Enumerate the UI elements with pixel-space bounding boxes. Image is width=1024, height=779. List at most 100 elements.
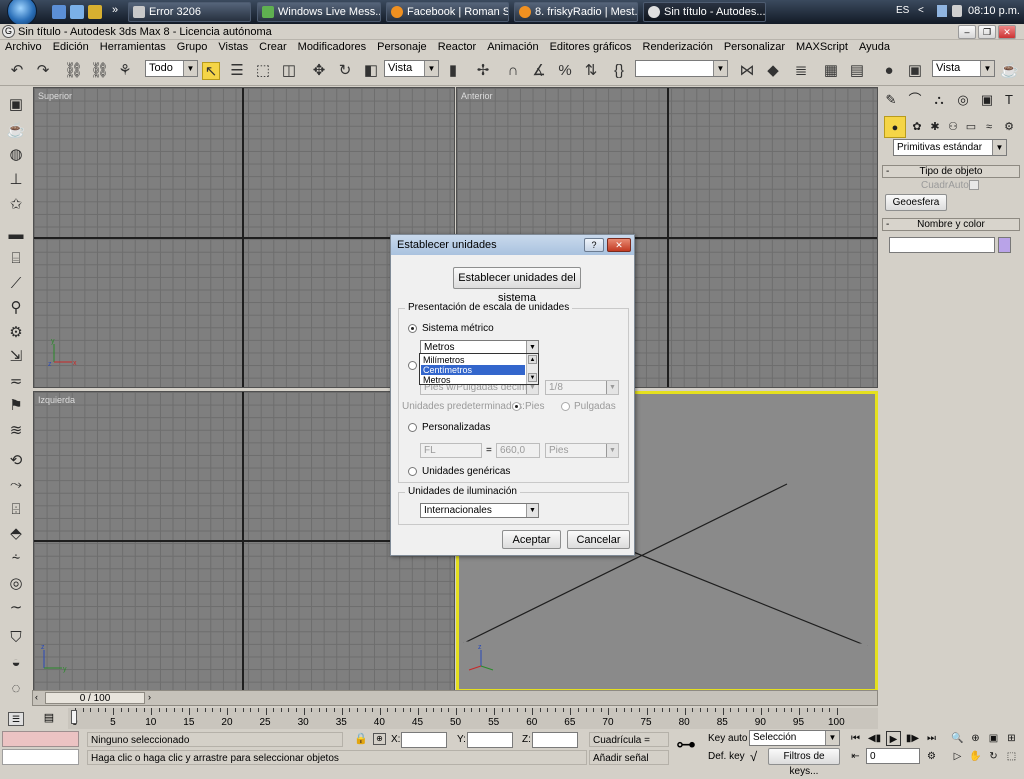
- key-tangent-icon[interactable]: √: [750, 749, 757, 764]
- pivot-point-icon[interactable]: ▮: [444, 62, 462, 80]
- modifier-twist-icon[interactable]: ⟲: [5, 451, 27, 471]
- select-by-name-icon[interactable]: ☰: [228, 62, 246, 80]
- menu-reactor[interactable]: Reactor: [433, 41, 483, 53]
- select-and-move-icon[interactable]: ✥: [310, 62, 328, 80]
- unlink-selection-icon[interactable]: ⛓: [90, 62, 109, 80]
- list-item-selected[interactable]: Centímetros: [421, 365, 525, 375]
- time-configuration-icon[interactable]: ⚙: [924, 749, 939, 764]
- bind-to-space-warp-icon[interactable]: ⚘: [116, 62, 134, 80]
- angle-snap-icon[interactable]: ∡: [530, 62, 548, 80]
- maxscript-input-mini[interactable]: [2, 749, 79, 765]
- select-and-manipulate-icon[interactable]: ✢: [474, 62, 492, 80]
- pan-icon[interactable]: ✋: [968, 749, 983, 764]
- quick-render-icon[interactable]: ☕: [1000, 62, 1019, 80]
- spacewarps-icon[interactable]: ≈: [978, 116, 1000, 138]
- menu-archivo[interactable]: Archivo: [0, 41, 48, 53]
- create-teapot-icon[interactable]: ☕: [5, 121, 27, 141]
- create-cylinder-icon[interactable]: ⌸: [5, 249, 27, 269]
- system-units-button[interactable]: Establecer unidades del sistema: [453, 267, 581, 304]
- display-tab-icon[interactable]: ▣: [976, 89, 998, 111]
- motion-tab-icon[interactable]: ◎: [952, 89, 974, 111]
- ok-button[interactable]: Aceptar: [502, 530, 561, 549]
- play-icon[interactable]: ▶: [886, 731, 901, 746]
- create-gear-icon[interactable]: ⚙: [5, 323, 27, 343]
- list-scrollbar[interactable]: ▲ ▼: [526, 354, 538, 384]
- percent-snap-icon[interactable]: %: [556, 62, 574, 80]
- track-bar-toggle-icon[interactable]: ▤: [40, 711, 58, 725]
- absolute-mode-icon[interactable]: ⊕: [373, 733, 386, 745]
- autogrid-checkbox[interactable]: [969, 180, 979, 190]
- minimize-button[interactable]: –: [958, 25, 976, 39]
- track-bar[interactable]: 0510152025303540455055606570758085909510…: [68, 708, 878, 729]
- modifier-noise-icon[interactable]: ⸞: [5, 549, 27, 569]
- align-icon[interactable]: ◆: [764, 62, 782, 80]
- rollout-name-color[interactable]: - Nombre y color: [882, 218, 1020, 231]
- select-and-rotate-icon[interactable]: ↻: [336, 62, 354, 80]
- menu-crear[interactable]: Crear: [254, 41, 293, 53]
- undo-icon[interactable]: ↶: [8, 62, 26, 80]
- menu-maxscript[interactable]: MAXScript: [791, 41, 854, 53]
- show-desktop-icon[interactable]: [52, 5, 66, 19]
- maximize-viewport-icon[interactable]: ⬚: [1004, 749, 1019, 764]
- create-star-icon[interactable]: ✩: [5, 195, 27, 215]
- network-icon[interactable]: [937, 5, 947, 17]
- geometry-icon[interactable]: ●: [884, 116, 906, 138]
- modifier-taper-icon[interactable]: ⬘: [5, 524, 27, 544]
- go-to-end-icon[interactable]: ⏭: [924, 731, 939, 746]
- menu-ayuda[interactable]: Ayuda: [854, 41, 896, 53]
- object-color-swatch[interactable]: [998, 237, 1011, 253]
- current-frame-field[interactable]: 0: [866, 748, 920, 764]
- utilities-tab-icon[interactable]: T: [998, 89, 1020, 111]
- menu-grupo[interactable]: Grupo: [172, 41, 214, 53]
- current-frame-marker[interactable]: [71, 710, 77, 724]
- cancel-button[interactable]: Cancelar: [567, 530, 630, 549]
- z-coordinate-field[interactable]: [532, 732, 578, 748]
- spinner-snap-icon[interactable]: ⇅: [582, 62, 600, 80]
- scroll-up-icon[interactable]: ▲: [528, 355, 537, 364]
- generic-units-radio[interactable]: [408, 467, 417, 476]
- menu-editores-graficos[interactable]: Editores gráficos: [545, 41, 638, 53]
- key-filters-button[interactable]: Filtros de keys...: [768, 748, 840, 777]
- create-sphere-icon[interactable]: ◍: [5, 145, 27, 165]
- menu-personalizar[interactable]: Personalizar: [719, 41, 791, 53]
- language-indicator[interactable]: ES: [896, 5, 909, 16]
- auto-key-label[interactable]: Key auto: [708, 732, 747, 746]
- menu-renderizacion[interactable]: Renderización: [638, 41, 719, 53]
- system-clock[interactable]: 08:10 p.m.: [968, 5, 1020, 17]
- render-type-dropdown[interactable]: Vista ▼: [932, 60, 995, 77]
- redo-icon[interactable]: ↷: [34, 62, 52, 80]
- create-line-icon[interactable]: ⟋: [5, 274, 27, 294]
- create-system-icon[interactable]: ≂: [5, 372, 27, 392]
- taskbar-window-3dsmax[interactable]: Sin título - Autodes...: [643, 2, 766, 22]
- create-box-icon[interactable]: ▣: [5, 95, 27, 115]
- viewport-label[interactable]: Anterior: [461, 91, 493, 101]
- modifier-ffd-icon[interactable]: ⌹: [5, 500, 27, 520]
- menu-animacion[interactable]: Animación: [482, 41, 544, 53]
- curve-editor-icon[interactable]: ▦: [822, 62, 840, 80]
- dialog-title-bar[interactable]: Establecer unidades ? ✕: [391, 235, 634, 255]
- list-item[interactable]: Milímetros: [421, 355, 525, 365]
- time-slider-thumb[interactable]: 0 / 100: [45, 692, 145, 704]
- set-key-button[interactable]: Def. key: [708, 750, 745, 764]
- previous-frame-icon[interactable]: ◀▮: [867, 731, 882, 746]
- menu-personaje[interactable]: Personaje: [372, 41, 433, 53]
- lock-selection-icon[interactable]: 🔒: [354, 732, 368, 745]
- menu-modificadores[interactable]: Modificadores: [293, 41, 372, 53]
- material-editor-icon[interactable]: ●: [880, 62, 898, 80]
- zoom-all-icon[interactable]: ⊕: [968, 731, 983, 746]
- arc-rotate-icon[interactable]: ↻: [986, 749, 1001, 764]
- material-sample-icon[interactable]: ⛉: [5, 628, 27, 648]
- modifier-ripple-icon[interactable]: ∼: [5, 598, 27, 618]
- create-tab-icon[interactable]: ✎: [880, 89, 902, 111]
- viewport-label[interactable]: Superior: [38, 91, 72, 101]
- create-camera-icon[interactable]: ▬: [5, 225, 27, 245]
- set-key-icon[interactable]: ⊶: [676, 735, 696, 755]
- taskbar-window-messenger[interactable]: Windows Live Mess...: [257, 2, 381, 22]
- us-standard-radio[interactable]: [408, 361, 417, 370]
- mirror-icon[interactable]: ⋈: [738, 62, 756, 80]
- edit-named-selections-icon[interactable]: {}: [610, 62, 628, 80]
- restore-button[interactable]: ❐: [978, 25, 996, 39]
- named-selection-dropdown[interactable]: ▼: [635, 60, 728, 77]
- winamp-icon[interactable]: [88, 5, 102, 19]
- environment-icon[interactable]: ◌: [5, 679, 27, 699]
